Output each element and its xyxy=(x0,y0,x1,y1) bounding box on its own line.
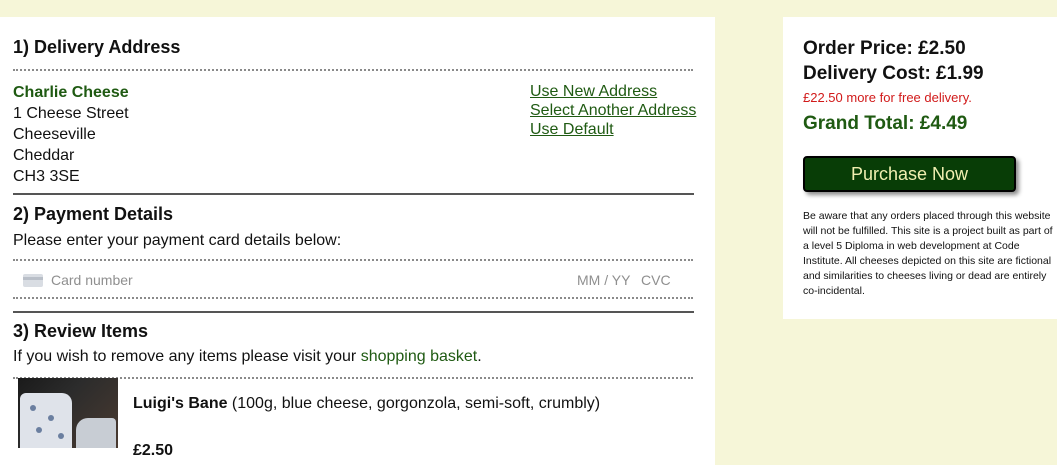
customer-name: Charlie Cheese xyxy=(13,84,129,101)
free-delivery-note: £22.50 more for free delivery. xyxy=(803,90,972,105)
section-divider xyxy=(13,193,694,195)
card-expiry-input[interactable]: MM / YY xyxy=(577,272,630,288)
delivery-address: Charlie Cheese 1 Cheese Street Cheesevil… xyxy=(13,82,129,187)
card-icon xyxy=(23,274,43,287)
review-section-title: 3) Review Items xyxy=(13,321,149,341)
review-instructions: If you wish to remove any items please v… xyxy=(13,348,482,366)
cheese-piece-shape xyxy=(76,418,116,448)
delivery-cost: Delivery Cost: £1.99 xyxy=(803,63,984,84)
card-number-input[interactable]: Card number xyxy=(51,272,133,288)
cheese-image xyxy=(18,378,118,448)
grand-total: Grand Total: £4.49 xyxy=(803,113,968,134)
use-default-address-link[interactable]: Use Default xyxy=(530,120,696,139)
purchase-now-button[interactable]: Purchase Now xyxy=(803,156,1016,192)
cheese-wedge-shape xyxy=(20,393,72,448)
address-line: Cheddar xyxy=(13,147,75,164)
select-another-address-link[interactable]: Select Another Address xyxy=(530,101,696,120)
address-line: CH3 3SE xyxy=(13,168,80,185)
card-cvc-input[interactable]: CVC xyxy=(641,272,671,288)
review-instructions-end: . xyxy=(477,348,482,365)
disclaimer-text: Be aware that any orders placed through … xyxy=(803,210,1053,297)
address-options: Use New Address Select Another Address U… xyxy=(530,82,696,139)
review-instructions-text: If you wish to remove any items please v… xyxy=(13,348,361,365)
item-title: Luigi's Bane (100g, blue cheese, gorgonz… xyxy=(133,395,600,413)
item-price: £2.50 xyxy=(133,442,174,459)
divider-dotted xyxy=(13,297,693,299)
checkout-main-panel: 1) Delivery Address Charlie Cheese 1 Che… xyxy=(0,17,715,465)
shopping-basket-link[interactable]: shopping basket xyxy=(361,348,478,365)
order-summary-panel: Order Price: £2.50 Delivery Cost: £1.99 … xyxy=(783,17,1057,319)
address-line: 1 Cheese Street xyxy=(13,105,129,122)
divider-dotted xyxy=(13,69,693,71)
order-price: Order Price: £2.50 xyxy=(803,38,966,59)
use-new-address-link[interactable]: Use New Address xyxy=(530,82,696,101)
card-input-row[interactable]: Card number MM / YY CVC xyxy=(13,264,693,294)
section-divider xyxy=(13,311,694,313)
delivery-section-title: 1) Delivery Address xyxy=(13,37,181,57)
item-details: (100g, blue cheese, gorgonzola, semi-sof… xyxy=(227,395,601,412)
divider-dotted xyxy=(13,259,693,261)
payment-section-title: 2) Payment Details xyxy=(13,204,174,224)
address-line: Cheeseville xyxy=(13,126,96,143)
item-name: Luigi's Bane xyxy=(133,395,228,412)
payment-instructions: Please enter your payment card details b… xyxy=(13,232,342,249)
